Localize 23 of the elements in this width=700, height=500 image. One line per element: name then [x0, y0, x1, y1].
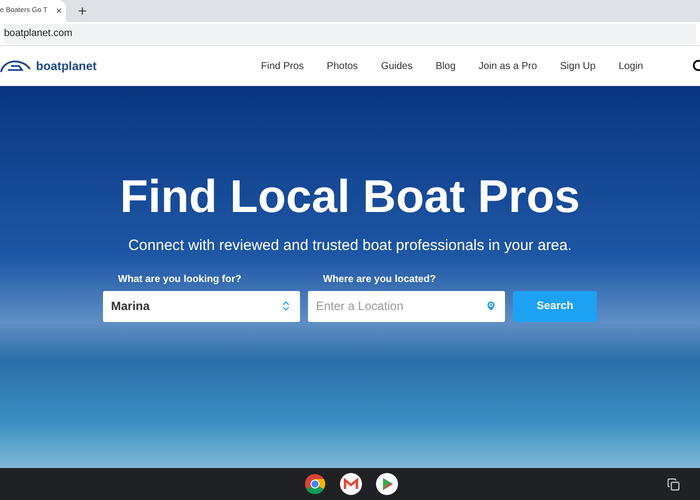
hero-subtitle: Connect with reviewed and trusted boat professionals in your area. [128, 236, 572, 256]
mail-app-icon[interactable] [340, 473, 362, 495]
service-select[interactable]: Marina [103, 290, 300, 322]
window-switch-icon[interactable] [667, 478, 680, 490]
field-label: What are you looking for? [117, 272, 242, 286]
nav-link[interactable]: Login [618, 58, 644, 74]
browser-app-icon[interactable] [304, 473, 326, 495]
nav-link[interactable]: Join as a Pro [478, 58, 538, 74]
logo-text[interactable]: boatplanet [36, 57, 97, 75]
nav-link[interactable]: Find Pros [261, 58, 304, 74]
play-store-icon[interactable] [376, 473, 398, 495]
new-tab-button[interactable]: + [78, 4, 87, 18]
nav-link[interactable]: Guides [380, 58, 413, 74]
close-tab-button[interactable]: × [56, 4, 62, 18]
nav-link[interactable]: Blog [436, 58, 456, 74]
nav-link[interactable]: Photos [326, 58, 358, 74]
nav-link[interactable]: Sign Up [560, 58, 596, 74]
location-input[interactable]: Enter a Location [308, 290, 505, 322]
map-pin-icon [485, 300, 497, 312]
updown-chevron-icon [280, 300, 292, 312]
address-bar[interactable]: boatplanet.com [4, 24, 696, 44]
hero-title: Find Local Boat Pros [120, 173, 580, 219]
field-label: Where are you located? [322, 272, 437, 286]
